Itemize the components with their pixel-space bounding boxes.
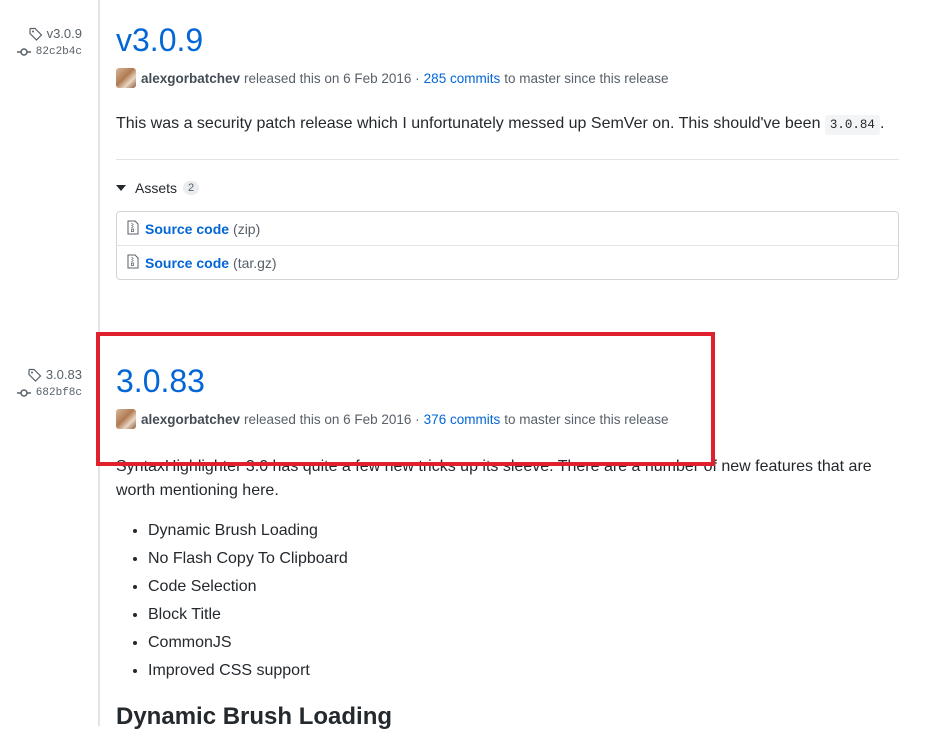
list-item: Code Selection [148, 573, 899, 601]
commit-icon [16, 47, 31, 57]
assets-count: 2 [183, 181, 200, 195]
asset-source-targz[interactable]: Source code (tar.gz) [117, 245, 898, 279]
tag-label: v3.0.9 [46, 26, 82, 41]
section-heading: Dynamic Brush Loading [116, 703, 393, 730]
tag-link[interactable]: v3.0.9 [17, 26, 82, 41]
release-v3-0-9: v3.0.9 alexgorbatchev released this on 6… [116, 20, 899, 280]
commit-link[interactable]: 682bf8c [16, 387, 82, 399]
list-item: Block Title [148, 601, 899, 629]
author-link[interactable]: alexgorbatchev [141, 71, 240, 86]
release-3-0-83: 3.0.83 alexgorbatchev released this on 6… [116, 361, 899, 731]
file-zip-icon [127, 254, 139, 272]
list-item: Dynamic Brush Loading [148, 517, 899, 545]
commits-suffix: to master since this release [504, 70, 669, 86]
release-description: SyntaxHighlighter 3.0 has quite a few ne… [116, 458, 872, 499]
inline-code: 3.0.84 [824, 115, 880, 135]
author-link[interactable]: alexgorbatchev [141, 412, 240, 427]
asset-source-zip[interactable]: Source code (zip) [117, 212, 898, 245]
release-byline: alexgorbatchev released this on 6 Feb 20… [116, 409, 899, 429]
avatar[interactable] [116, 68, 136, 88]
commit-sha: 682bf8c [35, 387, 82, 399]
tag-icon [28, 368, 42, 382]
timeline-line [98, 0, 100, 726]
release-title[interactable]: v3.0.9 [116, 20, 899, 60]
asset-name: Source code [145, 220, 230, 237]
released-text: released this on 6 Feb 2016 · [244, 70, 420, 86]
asset-ext: (zip) [233, 220, 261, 237]
assets-label: Assets [135, 180, 178, 196]
description-text: This was a security patch release which … [116, 115, 821, 132]
commits-link[interactable]: 376 commits [424, 412, 501, 427]
release-byline: alexgorbatchev released this on 6 Feb 20… [116, 68, 899, 88]
release-description: This was a security patch release which … [116, 112, 899, 137]
asset-ext: (tar.gz) [233, 254, 277, 271]
feature-list: Dynamic Brush Loading No Flash Copy To C… [116, 517, 899, 685]
release-side-meta: v3.0.9 82c2b4c [16, 26, 82, 58]
tag-label: 3.0.83 [45, 367, 82, 382]
commit-link[interactable]: 82c2b4c [16, 46, 82, 58]
list-item: Improved CSS support [148, 657, 899, 685]
commit-icon [16, 388, 31, 398]
assets-toggle[interactable]: Assets 2 [116, 180, 899, 196]
file-zip-icon [127, 220, 139, 238]
release-title[interactable]: 3.0.83 [116, 361, 899, 401]
released-text: released this on 6 Feb 2016 · [244, 411, 420, 427]
commits-link[interactable]: 285 commits [424, 71, 501, 86]
list-item: CommonJS [148, 629, 899, 657]
divider [116, 159, 899, 160]
description-end: . [879, 115, 885, 132]
commit-sha: 82c2b4c [35, 46, 82, 58]
list-item: No Flash Copy To Clipboard [148, 545, 899, 573]
avatar[interactable] [116, 409, 136, 429]
tag-icon [28, 27, 43, 41]
caret-down-icon [116, 185, 126, 191]
tag-link[interactable]: 3.0.83 [17, 367, 82, 382]
commits-suffix: to master since this release [504, 411, 669, 427]
release-side-meta: 3.0.83 682bf8c [16, 367, 82, 399]
assets-list: Source code (zip) Source code (tar.gz) [116, 211, 899, 280]
asset-name: Source code [145, 254, 230, 271]
